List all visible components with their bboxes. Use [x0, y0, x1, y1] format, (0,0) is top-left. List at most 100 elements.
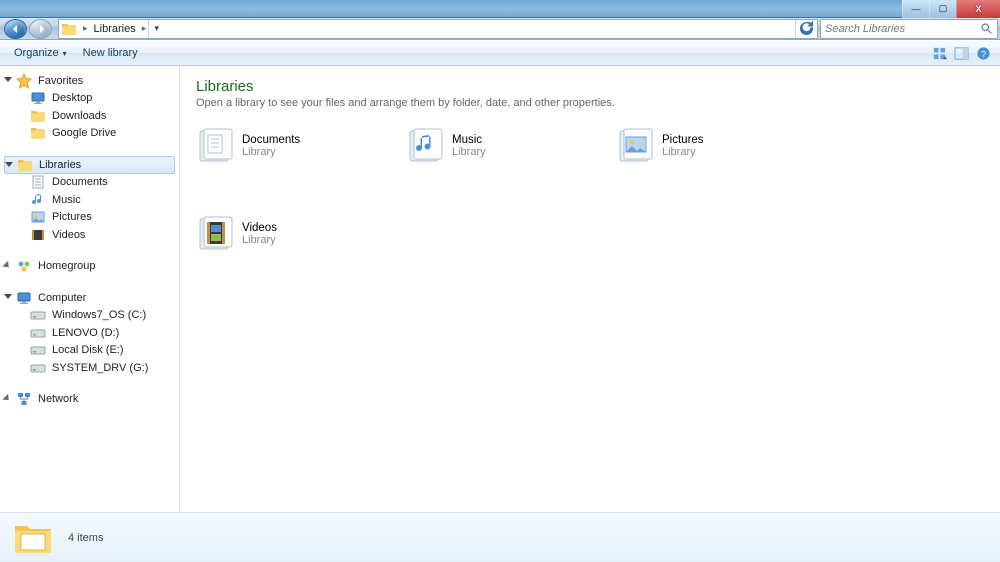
drive-icon — [30, 325, 46, 341]
breadcrumb-libraries[interactable]: Libraries — [90, 20, 140, 38]
page-title: Libraries — [196, 78, 984, 95]
organize-label: Organize — [14, 47, 59, 59]
minimize-button[interactable]: — — [902, 0, 929, 18]
library-documents[interactable]: Documents Library — [196, 127, 356, 165]
homegroup-icon — [16, 258, 32, 274]
nav-item-label: Google Drive — [52, 127, 116, 139]
nav-back-button[interactable] — [4, 19, 27, 39]
nav-item-label: Documents — [52, 176, 108, 188]
nav-item-label: Local Disk (E:) — [52, 344, 124, 356]
new-library-button[interactable]: New library — [75, 41, 146, 65]
svg-text:?: ? — [980, 49, 985, 59]
page-subtitle: Open a library to see your files and arr… — [196, 97, 984, 109]
nav-downloads[interactable]: Downloads — [0, 107, 179, 125]
nav-desktop[interactable]: Desktop — [0, 90, 179, 108]
pictures-icon — [30, 209, 46, 225]
nav-google-drive[interactable]: Google Drive — [0, 125, 179, 143]
nav-item-label: Videos — [52, 229, 85, 241]
breadcrumb-sep: ▸ — [81, 23, 90, 34]
videos-icon — [196, 215, 234, 253]
drive-icon — [30, 307, 46, 323]
address-history-dropdown[interactable]: ▾ — [148, 20, 164, 38]
change-view-button[interactable] — [928, 42, 950, 64]
nav-item-label: Desktop — [52, 92, 92, 104]
nav-libraries-label: Libraries — [39, 159, 81, 171]
library-pictures[interactable]: Pictures Library — [616, 127, 776, 165]
search-input[interactable] — [825, 23, 980, 35]
nav-favorites-label: Favorites — [38, 75, 83, 87]
command-bar: Organize ▾ New library ? — [0, 40, 1000, 66]
help-button[interactable]: ? — [972, 42, 994, 64]
library-name: Pictures — [662, 134, 704, 146]
nav-libraries[interactable]: Libraries — [4, 156, 175, 174]
folder-icon — [30, 125, 46, 141]
content-pane: Libraries Open a library to see your fil… — [180, 66, 1000, 512]
library-name: Videos — [242, 222, 277, 234]
maximize-button[interactable]: ▢ — [929, 0, 956, 18]
library-type: Library — [242, 146, 300, 158]
desktop-icon — [30, 90, 46, 106]
library-videos[interactable]: Videos Library — [196, 215, 356, 253]
libraries-icon — [17, 157, 33, 173]
close-icon: X — [975, 4, 981, 14]
library-name: Music — [452, 134, 486, 146]
nav-computer-label: Computer — [38, 292, 86, 304]
nav-pictures[interactable]: Pictures — [0, 209, 179, 227]
library-type: Library — [242, 234, 277, 246]
libraries-icon — [12, 520, 54, 556]
music-icon — [30, 192, 46, 208]
documents-icon — [30, 174, 46, 190]
network-icon — [16, 391, 32, 407]
search-icon — [980, 22, 993, 35]
nav-homegroup[interactable]: Homegroup — [0, 258, 179, 276]
computer-icon — [16, 290, 32, 306]
view-icon — [932, 46, 947, 61]
nav-item-label: Music — [52, 194, 81, 206]
nav-drive-g[interactable]: SYSTEM_DRV (G:) — [0, 359, 179, 377]
help-icon: ? — [976, 46, 991, 61]
music-icon — [406, 127, 444, 165]
organize-menu[interactable]: Organize ▾ — [6, 41, 75, 65]
nav-network-label: Network — [38, 393, 78, 405]
preview-pane-button[interactable] — [950, 42, 972, 64]
star-icon — [16, 73, 32, 89]
nav-videos[interactable]: Videos — [0, 226, 179, 244]
library-type: Library — [662, 146, 704, 158]
maximize-icon: ▢ — [939, 3, 948, 14]
nav-drive-c[interactable]: Windows7_OS (C:) — [0, 307, 179, 325]
refresh-icon — [796, 18, 817, 39]
nav-drive-d[interactable]: LENOVO (D:) — [0, 324, 179, 342]
nav-homegroup-label: Homegroup — [38, 260, 95, 272]
nav-music[interactable]: Music — [0, 191, 179, 209]
refresh-button[interactable] — [795, 20, 817, 38]
address-bar[interactable]: ▸ Libraries ▸ ▾ — [58, 19, 818, 39]
nav-documents[interactable]: Documents — [0, 174, 179, 192]
folder-icon — [30, 108, 46, 124]
arrow-right-icon — [36, 24, 46, 34]
folder-icon — [61, 21, 77, 37]
item-count: 4 items — [68, 532, 103, 544]
nav-item-label: SYSTEM_DRV (G:) — [52, 362, 148, 374]
pictures-icon — [616, 127, 654, 165]
nav-network[interactable]: Network — [0, 391, 179, 409]
close-button[interactable]: X — [956, 0, 1000, 18]
nav-item-label: Windows7_OS (C:) — [52, 309, 146, 321]
library-music[interactable]: Music Library — [406, 127, 566, 165]
nav-drive-e[interactable]: Local Disk (E:) — [0, 342, 179, 360]
details-pane: 4 items — [0, 512, 1000, 562]
library-type: Library — [452, 146, 486, 158]
library-name: Documents — [242, 134, 300, 146]
address-row: ▸ Libraries ▸ ▾ — [0, 18, 1000, 40]
drive-icon — [30, 360, 46, 376]
videos-icon — [30, 227, 46, 243]
navigation-pane: Favorites Desktop Downloads Google Drive… — [0, 66, 180, 512]
nav-item-label: Downloads — [52, 110, 106, 122]
nav-favorites[interactable]: Favorites — [0, 72, 179, 90]
minimize-icon: — — [912, 4, 921, 14]
nav-computer[interactable]: Computer — [0, 289, 179, 307]
search-box[interactable] — [820, 19, 998, 39]
new-library-label: New library — [83, 47, 138, 59]
nav-forward-button[interactable] — [29, 19, 52, 39]
breadcrumb-sep: ▸ — [140, 23, 149, 34]
nav-item-label: Pictures — [52, 211, 92, 223]
